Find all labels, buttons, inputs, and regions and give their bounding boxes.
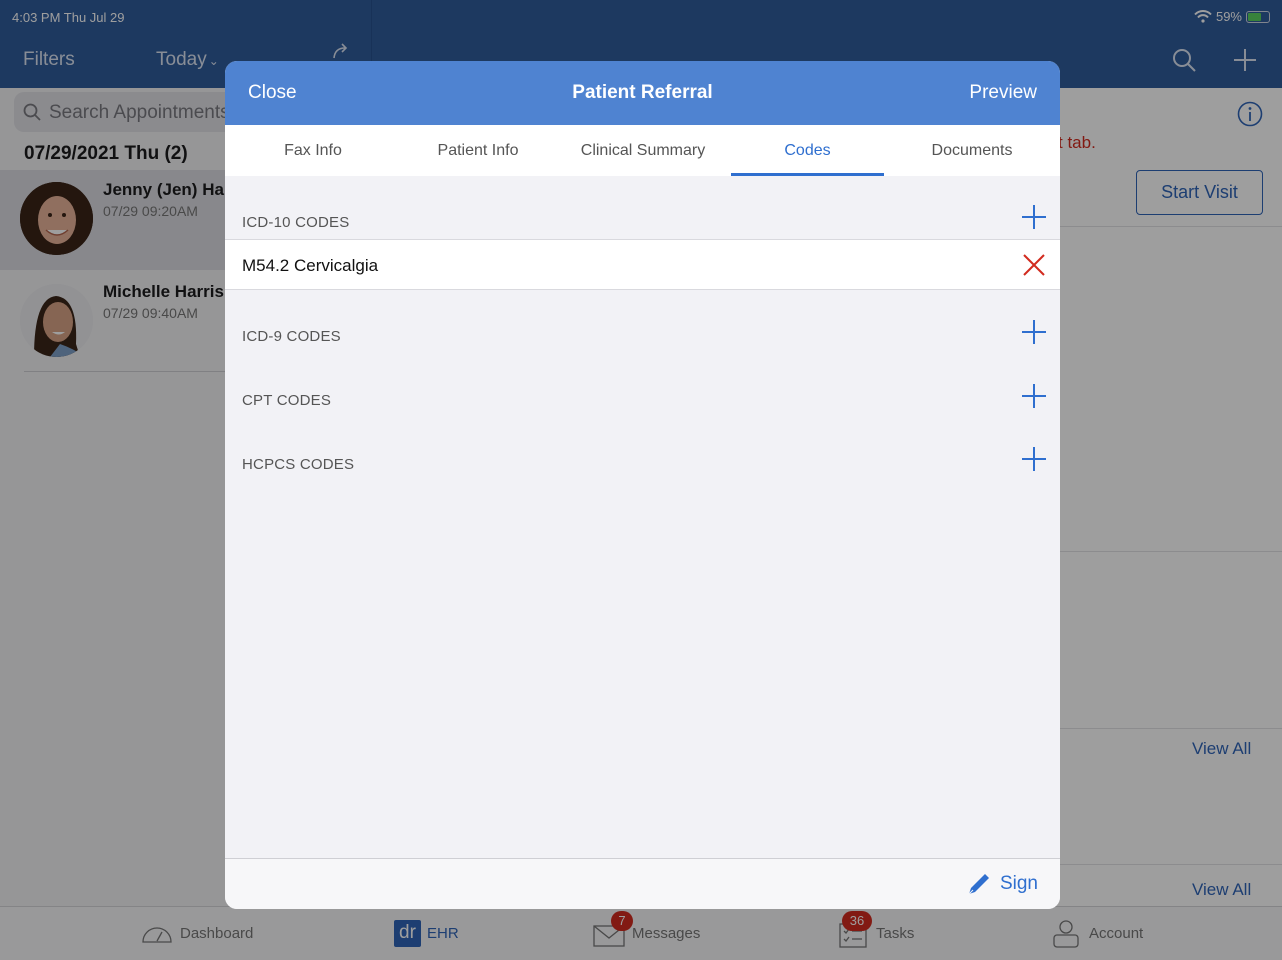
tab-fax-info[interactable]: Fax Info (236, 125, 390, 176)
tab-codes[interactable]: Codes (731, 125, 884, 176)
hcpcs-section-label: HCPCS CODES (242, 456, 355, 473)
add-cpt-button[interactable] (1020, 382, 1048, 410)
cpt-section-label: CPT CODES (242, 392, 332, 409)
modal-title: Patient Referral (572, 82, 713, 103)
tab-documents[interactable]: Documents (895, 125, 1049, 176)
icd9-section-label: ICD-9 CODES (242, 328, 341, 345)
patient-referral-modal: Close Patient Referral Preview Fax Info … (225, 61, 1060, 909)
close-button[interactable]: Close (248, 82, 297, 104)
sign-label: Sign (999, 873, 1038, 894)
code-text: M54.2 Cervicalgia (242, 256, 379, 275)
sign-button[interactable]: Sign (966, 871, 1038, 897)
tab-label: Clinical Summary (580, 142, 706, 159)
icd10-section-label: ICD-10 CODES (242, 214, 350, 231)
active-tab-indicator (731, 173, 884, 176)
tab-clinical-summary[interactable]: Clinical Summary (566, 125, 720, 176)
pen-icon (968, 874, 989, 895)
modal-header: Close Patient Referral Preview (225, 61, 1060, 125)
tab-label: Documents (931, 142, 1013, 159)
add-icd10-button[interactable] (1020, 203, 1048, 231)
add-icd9-button[interactable] (1020, 318, 1048, 346)
code-row: M54.2 Cervicalgia (225, 239, 1060, 290)
modal-footer: Sign (225, 858, 1060, 909)
tab-label: Codes (784, 142, 831, 159)
add-hcpcs-button[interactable] (1020, 445, 1048, 473)
tab-label: Patient Info (437, 142, 519, 159)
preview-button[interactable]: Preview (969, 82, 1037, 104)
tab-label: Fax Info (284, 142, 342, 159)
referral-tabs: Fax Info Patient Info Clinical Summary C… (225, 125, 1060, 176)
tab-patient-info[interactable]: Patient Info (401, 125, 555, 176)
remove-icon[interactable] (1021, 252, 1047, 278)
